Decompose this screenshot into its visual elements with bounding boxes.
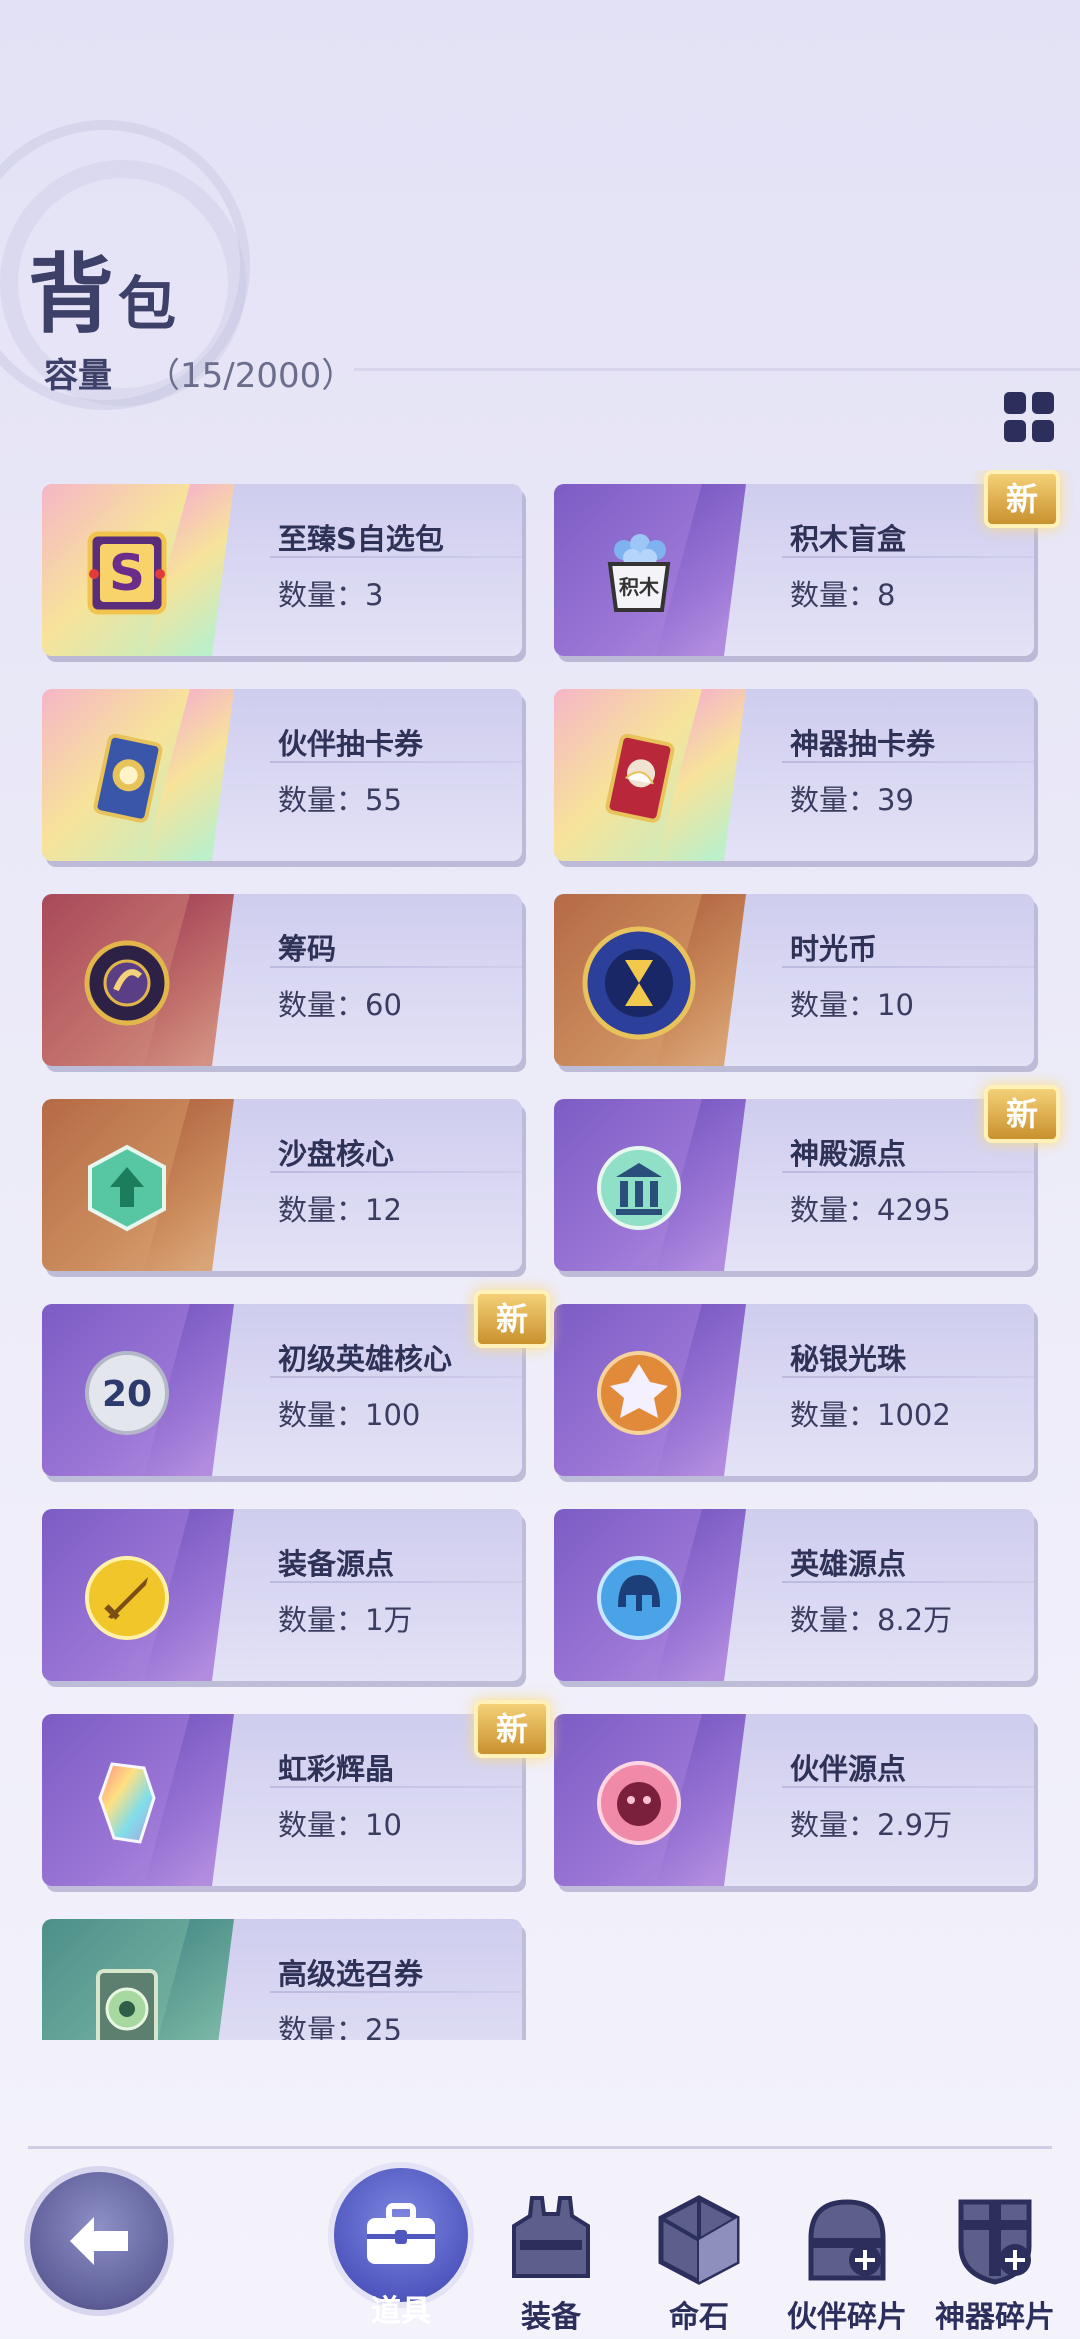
new-badge: 新 [984, 1085, 1060, 1143]
item-quantity: 数量：3 [278, 578, 384, 612]
item-card[interactable]: 伙伴抽卡券 数量：55 [42, 689, 522, 861]
new-badge: 新 [474, 1290, 550, 1348]
item-quantity: 数量：10 [790, 988, 914, 1022]
item-quantity: 数量：8 [790, 578, 896, 612]
item-card[interactable]: 装备源点 数量：1万 [42, 1509, 522, 1681]
summon-ticket-icon [82, 1963, 172, 2040]
header-divider [354, 368, 1080, 371]
helmet-orb-icon [594, 1553, 684, 1643]
item-card[interactable]: 积木 积木盲盒 数量：8 [554, 484, 1034, 656]
title-big-char: 背 [28, 245, 114, 345]
item-quantity: 数量：55 [278, 783, 402, 817]
item-name: 沙盘核心 [278, 1137, 395, 1171]
capacity-value: （15/2000） [146, 356, 356, 396]
item-card[interactable]: 筹码 数量：60 [42, 894, 522, 1066]
back-arrow-icon [70, 2217, 128, 2265]
svg-text:20: 20 [102, 1374, 152, 1415]
tab-label: 装备 [521, 2300, 581, 2335]
armor-vest-icon [491, 2180, 611, 2300]
tab-label: 神器碎片 [935, 2300, 1055, 2335]
item-card[interactable]: 20 初级英雄核心 数量：100 [42, 1304, 522, 1476]
item-name: 筹码 [278, 932, 337, 966]
item-card[interactable]: 时光币 数量：10 [554, 894, 1034, 1066]
partner-orb-icon [594, 1758, 684, 1848]
mithril-orb-icon [594, 1348, 684, 1438]
temple-orb-icon [594, 1143, 684, 1233]
item-quantity: 数量：10 [278, 1808, 402, 1842]
item-card[interactable]: 虹彩辉晶 数量：10 [42, 1714, 522, 1886]
tab-artifact-shards[interactable]: 神器碎片 [920, 2180, 1070, 2339]
title-small-char: 包 [118, 270, 177, 338]
item-quantity: 数量：1万 [278, 1603, 413, 1637]
item-card[interactable]: 高级选召券 数量：25 [42, 1919, 522, 2040]
item-name: 伙伴抽卡券 [278, 727, 424, 761]
item-quantity: 数量：4295 [790, 1193, 951, 1227]
back-button[interactable] [24, 2166, 174, 2316]
item-grid[interactable]: S 至臻S自选包 数量：3 积木 积木盲盒 数量：8 新 伙伴抽卡券 数量：55 [0, 470, 1080, 2040]
tab-items[interactable]: 道具 [326, 2162, 476, 2336]
tab-label: 道具 [371, 2294, 431, 2329]
tab-label: 命石 [669, 2300, 729, 2335]
item-card[interactable]: 秘银光珠 数量：1002 [554, 1304, 1034, 1476]
item-name: 至臻S自选包 [278, 522, 444, 556]
item-card[interactable]: 神器抽卡券 数量：39 [554, 689, 1034, 861]
item-name: 初级英雄核心 [278, 1342, 453, 1376]
artifact-card-ticket-icon [594, 733, 684, 823]
tab-fate-stone[interactable]: 命石 [624, 2180, 774, 2339]
partner-card-ticket-icon [82, 733, 172, 823]
capacity-display: 容量 （15/2000） [44, 348, 355, 397]
partner-shard-icon [787, 2180, 907, 2300]
item-quantity: 数量：25 [278, 2013, 402, 2040]
item-quantity: 数量：1002 [790, 1398, 951, 1432]
building-block-box-icon: 积木 [594, 528, 684, 618]
svg-text:积木: 积木 [619, 575, 660, 599]
item-card[interactable]: 沙盘核心 数量：12 [42, 1099, 522, 1271]
tab-partner-shards[interactable]: 伙伴碎片 [772, 2180, 922, 2339]
item-quantity: 数量：60 [278, 988, 402, 1022]
item-name: 神殿源点 [790, 1137, 907, 1171]
item-card[interactable]: 伙伴源点 数量：2.9万 [554, 1714, 1034, 1886]
page-header: 背包 容量 （15/2000） [28, 252, 1080, 402]
item-quantity: 数量：100 [278, 1398, 421, 1432]
artifact-shard-icon [935, 2180, 1055, 2300]
capacity-label: 容量 [44, 356, 112, 396]
item-name: 高级选召券 [278, 1957, 424, 1991]
item-quantity: 数量：8.2万 [790, 1603, 953, 1637]
item-quantity: 数量：2.9万 [790, 1808, 953, 1842]
s-choice-pack-icon: S [82, 528, 172, 618]
rainbow-crystal-icon [82, 1758, 172, 1848]
chip-icon [82, 938, 172, 1028]
item-name: 积木盲盒 [790, 522, 907, 556]
item-quantity: 数量：39 [790, 783, 914, 817]
fate-stone-icon [639, 2180, 759, 2300]
grid-view-icon[interactable] [1004, 392, 1054, 442]
item-card[interactable]: 神殿源点 数量：4295 [554, 1099, 1034, 1271]
bottom-bar-divider [28, 2146, 1052, 2149]
item-name: 伙伴源点 [790, 1752, 907, 1786]
sandbox-core-icon [82, 1143, 172, 1233]
item-name: 虹彩辉晶 [278, 1752, 395, 1786]
new-badge: 新 [474, 1700, 550, 1758]
item-name: 时光币 [790, 932, 878, 966]
item-card[interactable]: 英雄源点 数量：8.2万 [554, 1509, 1034, 1681]
item-quantity: 数量：12 [278, 1193, 402, 1227]
page-title: 背包 [28, 252, 176, 338]
tab-label: 伙伴碎片 [787, 2300, 907, 2335]
item-name: 装备源点 [278, 1547, 395, 1581]
sword-orb-icon [82, 1553, 172, 1643]
item-name: 英雄源点 [790, 1547, 907, 1581]
item-card[interactable]: S 至臻S自选包 数量：3 [42, 484, 522, 656]
new-badge: 新 [984, 470, 1060, 528]
hero-core-20-icon: 20 [82, 1348, 172, 1438]
svg-text:S: S [109, 544, 145, 602]
hourglass-coin-icon [580, 924, 698, 1042]
item-name: 神器抽卡券 [790, 727, 936, 761]
item-name: 秘银光珠 [790, 1342, 907, 1376]
tab-equipment[interactable]: 装备 [476, 2180, 626, 2339]
